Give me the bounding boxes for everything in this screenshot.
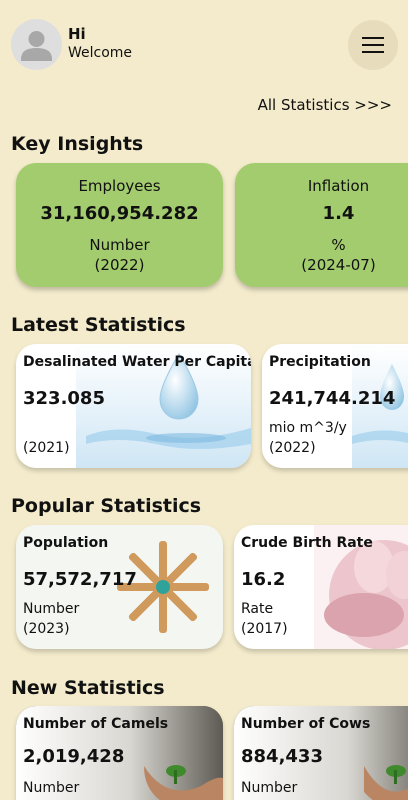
card-value: 241,744.214 xyxy=(269,388,396,409)
avatar[interactable] xyxy=(11,19,62,70)
card-value: 884,433 xyxy=(241,746,323,767)
card-title: Employees xyxy=(78,177,161,195)
card-title: Population xyxy=(23,535,109,551)
stat-card-crude-birth-rate[interactable]: Crude Birth Rate 16.2 Rate (2017) xyxy=(234,525,408,649)
key-insights-row[interactable]: Employees 31,160,954.282 Number (2022) I… xyxy=(0,160,408,295)
latest-statistics-title: Latest Statistics xyxy=(11,314,186,336)
all-statistics-link[interactable]: All Statistics >>> xyxy=(258,96,392,114)
new-statistics-row[interactable]: Number of Camels 2,019,428 Number Number… xyxy=(0,704,408,800)
card-unit: Number xyxy=(23,780,80,796)
latest-statistics-row[interactable]: Desalinated Water Per Capita 323.085 (20… xyxy=(0,342,408,476)
stat-card-precipitation[interactable]: Precipitation 241,744.214 mio m^3/y (202… xyxy=(262,344,408,468)
card-unit: mio m^3/y xyxy=(269,420,347,436)
greeting-text: Hi xyxy=(68,25,86,43)
key-insight-card-inflation[interactable]: Inflation 1.4 % (2024-07) xyxy=(235,163,408,287)
card-period: (2024-07) xyxy=(301,256,376,274)
card-unit: Rate xyxy=(241,601,274,617)
card-title: Inflation xyxy=(307,177,370,195)
welcome-text: Welcome xyxy=(68,45,133,61)
card-title: Number of Cows xyxy=(241,716,371,732)
card-period: (2021) xyxy=(23,440,70,456)
card-title: Number of Camels xyxy=(23,716,169,732)
card-unit: % xyxy=(331,236,346,254)
card-period: (2022) xyxy=(94,256,145,274)
card-value: 323.085 xyxy=(23,388,105,409)
card-period: (2022) xyxy=(269,440,316,456)
card-unit: Number xyxy=(241,780,298,796)
hamburger-menu-icon xyxy=(362,37,384,53)
greeting-block: Hi Welcome xyxy=(68,25,132,63)
card-value: 2,019,428 xyxy=(23,746,125,767)
popular-statistics-row[interactable]: Population 57,572,717 Number (2023) Crud… xyxy=(0,523,408,657)
user-avatar-icon xyxy=(21,31,52,61)
new-statistics-title: New Statistics xyxy=(11,677,165,699)
menu-button[interactable] xyxy=(348,20,398,70)
card-unit: Number xyxy=(89,236,150,254)
app-header: Hi Welcome xyxy=(0,0,408,90)
card-value: 16.2 xyxy=(241,569,286,590)
card-title: Precipitation xyxy=(269,354,371,370)
stat-card-population[interactable]: Population 57,572,717 Number (2023) xyxy=(16,525,223,649)
card-period: (2023) xyxy=(23,621,70,637)
stat-card-desalinated-water[interactable]: Desalinated Water Per Capita 323.085 (20… xyxy=(16,344,251,468)
card-title: Crude Birth Rate xyxy=(241,535,373,551)
card-period: (2017) xyxy=(241,621,288,637)
card-value: 1.4 xyxy=(322,203,355,224)
card-unit: Number xyxy=(23,601,80,617)
card-title: Desalinated Water Per Capita xyxy=(23,354,251,370)
stat-card-number-of-camels[interactable]: Number of Camels 2,019,428 Number xyxy=(16,706,223,800)
card-value: 57,572,717 xyxy=(23,569,137,590)
card-value: 31,160,954.282 xyxy=(40,203,199,224)
key-insights-title: Key Insights xyxy=(11,133,144,155)
stat-card-number-of-cows[interactable]: Number of Cows 884,433 Number xyxy=(234,706,408,800)
key-insight-card-employees[interactable]: Employees 31,160,954.282 Number (2022) xyxy=(16,163,223,287)
popular-statistics-title: Popular Statistics xyxy=(11,495,202,517)
